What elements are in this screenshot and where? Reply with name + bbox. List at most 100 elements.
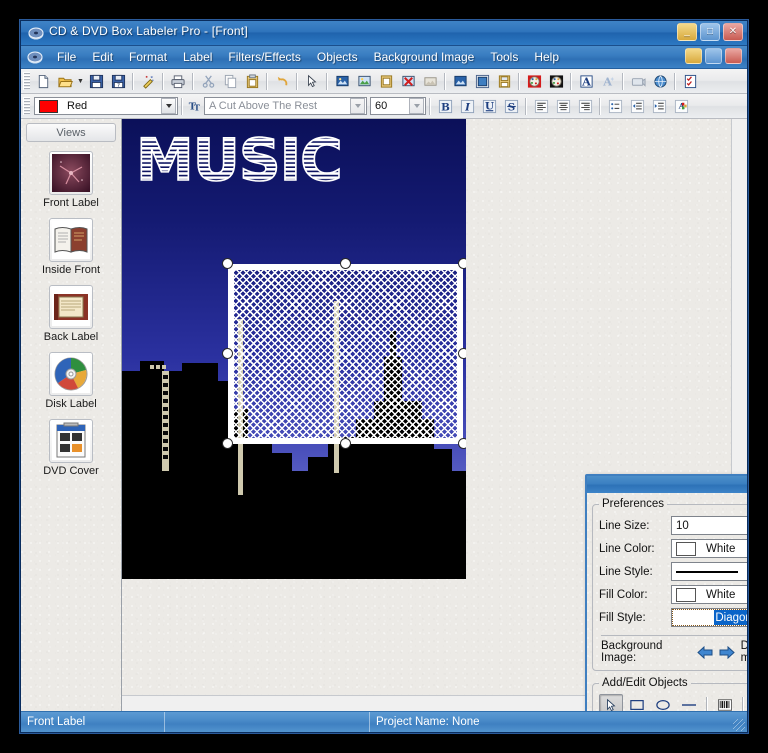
menu-label[interactable]: Label [175, 48, 220, 66]
menu-objects[interactable]: Objects [309, 48, 366, 66]
delete-image-button[interactable] [397, 71, 419, 92]
mdi-restore-button[interactable] [705, 48, 722, 64]
font-size-dropdown-button[interactable] [409, 98, 424, 114]
sidebar-item-disk-label[interactable]: Disk Label [21, 352, 121, 410]
decrease-indent-button[interactable] [626, 96, 648, 117]
line-tool[interactable] [677, 694, 701, 711]
text-color-button[interactable]: A [670, 96, 692, 117]
save-button[interactable] [85, 71, 107, 92]
sidebar-item-inside-front[interactable]: Inside Front [21, 218, 121, 276]
new-document-button[interactable] [32, 71, 54, 92]
handle-top-center[interactable] [340, 258, 351, 269]
copy-button[interactable] [219, 71, 241, 92]
underline-button[interactable]: U [478, 96, 500, 117]
selected-rectangle-object[interactable] [222, 258, 466, 449]
chevron-down-icon[interactable]: ▼ [76, 71, 85, 92]
download-more-link[interactable]: Download more [741, 640, 747, 664]
menu-filters-effects[interactable]: Filters/Effects [220, 48, 308, 66]
menu-tools[interactable]: Tools [482, 48, 526, 66]
font-family-combo[interactable]: A Cut Above The Rest [204, 97, 367, 115]
line-color-combo[interactable]: White [671, 539, 747, 558]
canvas-pane[interactable]: MUSIC Preferences Line Size: 10 Line Col… [122, 119, 747, 711]
frame-image-button[interactable] [471, 71, 493, 92]
palette-red-button[interactable] [523, 71, 545, 92]
handle-top-left[interactable] [222, 258, 233, 269]
fill-style-focus-box[interactable]: Diagonal Cross [672, 609, 747, 626]
mdi-minimize-button[interactable] [685, 48, 702, 64]
save-image-button[interactable] [493, 71, 515, 92]
fill-style-combo[interactable]: Diagonal Cross [671, 608, 747, 627]
close-button[interactable]: ✕ [723, 23, 743, 41]
line-style-combo[interactable]: Solid [671, 562, 747, 581]
properties-panel-title-bar[interactable]: ↕ [587, 476, 747, 494]
palette-black-button[interactable] [545, 71, 567, 92]
insert-image-button[interactable] [353, 71, 375, 92]
open-file-button[interactable] [54, 71, 76, 92]
set-background-button[interactable] [449, 71, 471, 92]
fill-style-row: Fill Style: Diagonal Cross [599, 607, 747, 628]
barcode-tool[interactable] [713, 694, 737, 711]
mdi-document-icon [27, 49, 43, 65]
maximize-button[interactable]: □ [700, 23, 720, 41]
background-image-button[interactable] [331, 71, 353, 92]
fill-color-combo[interactable]: Red [34, 97, 178, 115]
save-as-button[interactable]: ? [107, 71, 129, 92]
sidebar-item-dvd-cover[interactable]: DVD Cover [21, 419, 121, 477]
add-text-button[interactable]: A [575, 71, 597, 92]
line-size-combo[interactable]: 10 [671, 516, 747, 535]
fill-color-dropdown-button[interactable] [161, 98, 176, 114]
handle-top-right[interactable] [458, 258, 466, 269]
select-object-tool[interactable] [599, 694, 623, 711]
menu-file[interactable]: File [49, 48, 84, 66]
font-family-dropdown-button[interactable] [350, 98, 365, 114]
menu-help[interactable]: Help [526, 48, 567, 66]
align-right-button[interactable] [574, 96, 596, 117]
ellipse-tool[interactable] [651, 694, 675, 711]
fill-style-value: Diagonal Cross [714, 610, 747, 625]
image-effects-button[interactable] [419, 71, 441, 92]
menu-format[interactable]: Format [121, 48, 175, 66]
cut-button[interactable] [197, 71, 219, 92]
strikethrough-button[interactable]: S [500, 96, 522, 117]
handle-bottom-right[interactable] [458, 438, 466, 449]
svg-text:T: T [194, 103, 200, 112]
menu-edit[interactable]: Edit [84, 48, 121, 66]
web-button[interactable] [649, 71, 671, 92]
align-center-button[interactable] [552, 96, 574, 117]
resize-grip[interactable] [733, 719, 745, 731]
font-size-combo[interactable]: 60 [370, 97, 426, 115]
toolbar-grip[interactable] [23, 72, 30, 90]
undo-button[interactable] [271, 71, 293, 92]
rectangle-tool[interactable] [625, 694, 649, 711]
increase-indent-button[interactable] [648, 96, 670, 117]
handle-bottom-center[interactable] [340, 438, 351, 449]
disc-icon [28, 25, 44, 41]
handle-middle-left[interactable] [222, 348, 233, 359]
print-button[interactable] [167, 71, 189, 92]
bold-button[interactable]: B [434, 96, 456, 117]
svg-text:B: B [441, 101, 450, 113]
sidebar-item-back-label[interactable]: Back Label [21, 285, 121, 343]
artboard[interactable]: MUSIC [122, 119, 466, 579]
sidebar-item-front-label[interactable]: Front Label [21, 151, 121, 209]
minimize-glyph: _ [684, 26, 690, 37]
paste-button[interactable] [241, 71, 263, 92]
background-next-button[interactable] [719, 645, 735, 659]
align-left-button[interactable] [530, 96, 552, 117]
preview-button[interactable] [627, 71, 649, 92]
handle-bottom-left[interactable] [222, 438, 233, 449]
mdi-close-button[interactable] [725, 48, 742, 64]
handle-middle-right[interactable] [458, 348, 466, 359]
format-toolbar-grip[interactable] [23, 97, 30, 115]
menu-background-image[interactable]: Background Image [366, 48, 483, 66]
image-properties-button[interactable] [375, 71, 397, 92]
wizard-button[interactable] [137, 71, 159, 92]
select-tool-button[interactable] [301, 71, 323, 92]
bullet-list-button[interactable] [604, 96, 626, 117]
background-prev-button[interactable] [696, 645, 713, 659]
fill-color-combo-panel[interactable]: White [671, 585, 747, 604]
minimize-button[interactable]: _ [677, 23, 697, 41]
text-effects-button[interactable]: A [597, 71, 619, 92]
options-button[interactable] [679, 71, 701, 92]
italic-button[interactable]: I [456, 96, 478, 117]
